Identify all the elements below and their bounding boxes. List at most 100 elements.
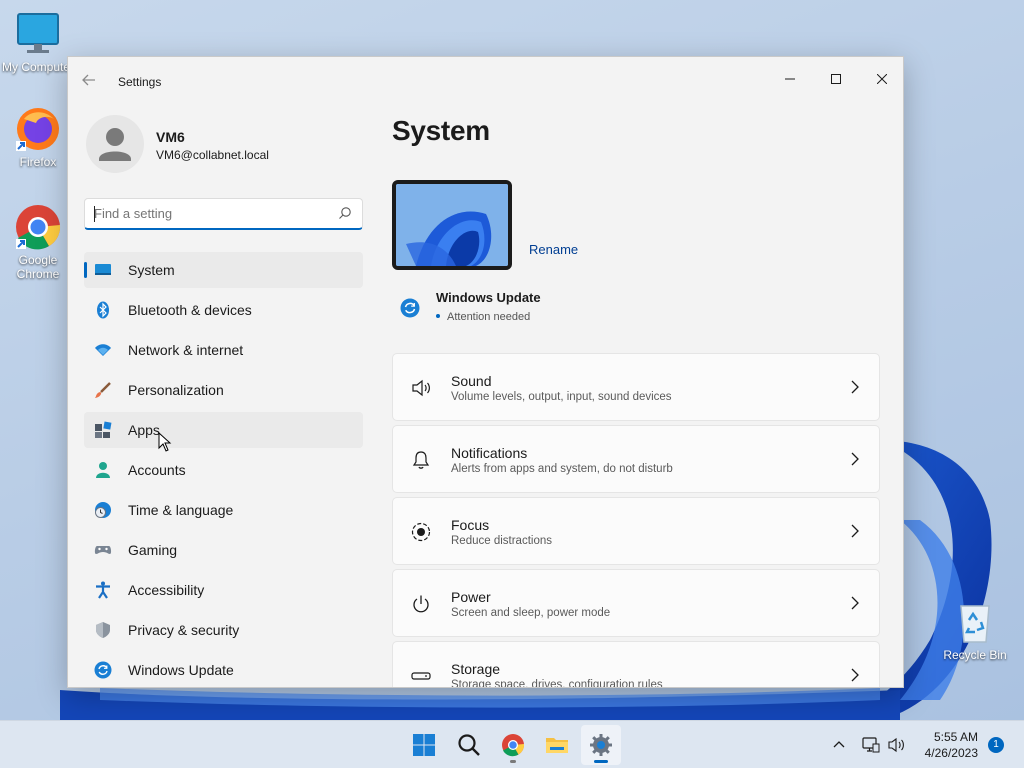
desktop-icon-my-computer[interactable]: My Computer — [0, 10, 76, 74]
sidebar-item-system[interactable]: System — [84, 252, 363, 288]
sidebar-item-apps[interactable]: Apps — [84, 412, 363, 448]
sidebar-item-accounts[interactable]: Accounts — [84, 452, 363, 488]
card-storage[interactable]: Storage Storage space, drives, configura… — [392, 641, 880, 688]
sidebar-item-network[interactable]: Network & internet — [84, 332, 363, 368]
firefox-icon — [14, 105, 62, 153]
brush-icon — [95, 382, 111, 398]
sidebar-item-label: Gaming — [128, 542, 178, 558]
sidebar-item-label: Accessibility — [128, 582, 205, 598]
search-icon[interactable] — [338, 206, 352, 220]
taskbar-file-explorer-button[interactable] — [537, 725, 577, 765]
person-icon — [96, 462, 110, 478]
chevron-right-icon — [851, 452, 859, 466]
desktop-icon-label: My Computer — [1, 60, 75, 74]
clock-date: 4/26/2023 — [924, 746, 978, 760]
sidebar-item-label: Apps — [128, 422, 160, 438]
sidebar-item-label: Time & language — [128, 502, 234, 518]
sidebar-item-label: Privacy & security — [128, 622, 240, 638]
minimize-button[interactable] — [767, 63, 813, 95]
taskbar-clock[interactable]: 5:55 AM 4/26/2023 — [925, 729, 978, 761]
person-avatar-icon — [99, 128, 131, 161]
sidebar-item-label: Network & internet — [128, 342, 244, 358]
window-title: Settings — [118, 75, 162, 89]
chevron-right-icon — [851, 668, 859, 682]
maximize-button[interactable] — [813, 63, 859, 95]
windows-update-title[interactable]: Windows Update — [436, 290, 541, 305]
card-notifications[interactable]: Notifications Alerts from apps and syste… — [392, 425, 880, 493]
recycle-bin-icon — [951, 598, 999, 646]
sidebar-item-time-language[interactable]: Time & language — [84, 492, 363, 528]
desktop-icon-label: Recycle Bin — [943, 648, 1007, 662]
card-sound[interactable]: Sound Volume levels, output, input, soun… — [392, 353, 880, 421]
globe-clock-icon — [95, 502, 111, 518]
windows-update-status: Attention needed — [436, 311, 530, 323]
card-description: Reduce distractions — [451, 535, 552, 547]
taskbar-search-button[interactable] — [449, 725, 489, 765]
bluetooth-icon — [97, 301, 109, 319]
sidebar-item-accessibility[interactable]: Accessibility — [84, 572, 363, 608]
settings-card-list: Sound Volume levels, output, input, soun… — [392, 353, 880, 688]
volume-icon[interactable] — [888, 737, 906, 753]
running-indicator — [510, 760, 516, 763]
chevron-right-icon — [851, 380, 859, 394]
rename-link[interactable]: Rename — [529, 242, 578, 257]
card-title: Sound — [451, 373, 492, 389]
start-icon — [413, 734, 435, 756]
card-power[interactable]: Power Screen and sleep, power mode — [392, 569, 880, 637]
minimize-icon — [785, 78, 795, 80]
close-button[interactable] — [859, 63, 903, 95]
desktop-icon-recycle-bin[interactable]: Recycle Bin — [937, 598, 1013, 662]
bell-icon — [412, 451, 430, 469]
title-bar[interactable]: Settings — [68, 57, 903, 105]
card-focus[interactable]: Focus Reduce distractions — [392, 497, 880, 565]
update-icon — [94, 661, 112, 679]
start-button[interactable] — [404, 725, 444, 765]
close-icon — [877, 74, 887, 84]
notification-badge[interactable]: 1 — [988, 737, 1004, 753]
chrome-icon — [14, 203, 62, 251]
desktop-icon-label: Firefox — [19, 155, 57, 169]
active-indicator — [594, 760, 608, 763]
network-icon[interactable] — [862, 737, 880, 753]
sidebar-item-label: Accounts — [128, 462, 186, 478]
file-explorer-icon — [546, 738, 568, 753]
wallpaper-bloom-image — [396, 184, 508, 266]
search-input[interactable] — [94, 199, 324, 227]
sidebar-item-windows-update[interactable]: Windows Update — [84, 652, 363, 687]
card-title: Focus — [451, 517, 490, 533]
search-icon — [458, 734, 480, 756]
card-title: Notifications — [451, 445, 528, 461]
sidebar-item-label: Personalization — [128, 382, 224, 398]
apps-icon — [95, 421, 112, 438]
sidebar-item-gaming[interactable]: Gaming — [84, 532, 363, 568]
status-dot — [436, 314, 440, 318]
card-description: Alerts from apps and system, do not dist… — [451, 463, 673, 475]
card-description: Storage space, drives, configuration rul… — [451, 679, 663, 688]
sidebar-item-label: Bluetooth & devices — [128, 302, 252, 318]
back-arrow-icon — [82, 74, 95, 86]
sidebar-item-label: Windows Update — [128, 662, 234, 678]
sidebar-item-personalization[interactable]: Personalization — [84, 372, 363, 408]
sidebar-item-bluetooth[interactable]: Bluetooth & devices — [84, 292, 363, 328]
avatar[interactable] — [86, 115, 144, 173]
settings-icon — [590, 734, 612, 756]
windows-update-icon — [400, 298, 420, 318]
profile-email: VM6@collabnet.local — [156, 148, 269, 162]
desktop-icon-firefox[interactable]: Firefox — [0, 105, 76, 169]
chevron-up-icon[interactable] — [832, 738, 846, 752]
monitor-icon — [14, 10, 62, 58]
desktop-preview-thumbnail[interactable] — [392, 180, 512, 270]
taskbar-settings-button[interactable] — [581, 725, 621, 765]
status-text: Attention needed — [447, 311, 531, 323]
back-button[interactable] — [82, 73, 102, 89]
text-caret — [94, 206, 95, 222]
desktop-icon-chrome[interactable]: Google Chrome — [0, 203, 76, 281]
card-description: Volume levels, output, input, sound devi… — [451, 391, 672, 403]
sidebar-nav: System Bluetooth & devices Network & int… — [84, 252, 363, 687]
chevron-right-icon — [851, 596, 859, 610]
search-box[interactable] — [84, 198, 363, 230]
system-tray — [832, 721, 906, 768]
taskbar-chrome-button[interactable] — [493, 725, 533, 765]
selection-indicator — [84, 262, 87, 278]
sidebar-item-privacy[interactable]: Privacy & security — [84, 612, 363, 648]
